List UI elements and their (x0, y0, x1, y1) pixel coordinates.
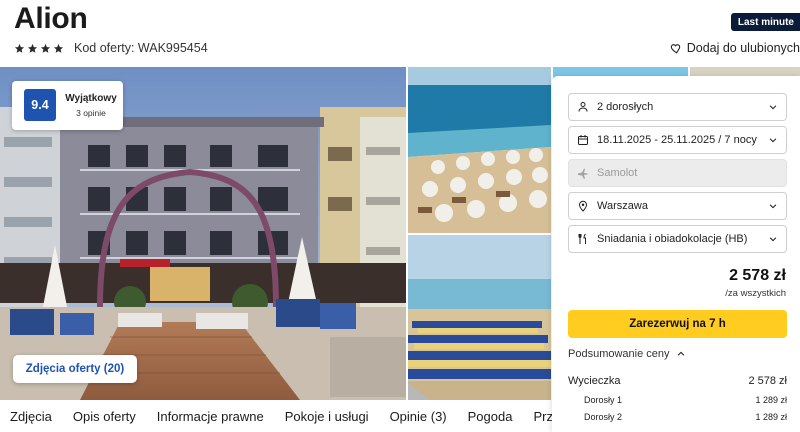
summary-line: Dorosły 1 1 289 zł (568, 395, 787, 405)
rating-label: Wyjątkowy (65, 93, 117, 104)
rating-card[interactable]: 9.4 Wyjątkowy 3 opinie (12, 81, 123, 130)
summary-line-price: 1 289 zł (755, 395, 787, 405)
chevron-down-icon (769, 237, 777, 242)
summary-line-price: 1 289 zł (755, 412, 787, 422)
dates-value: 18.11.2025 - 25.11.2025 / 7 nocy (597, 134, 757, 146)
summary-trip-label: Wycieczka (568, 375, 621, 387)
beach-umbrellas-illustration (408, 235, 551, 400)
plane-icon (576, 166, 590, 180)
hotel-subline: Kod oferty: WAK995454 (14, 41, 208, 55)
departure-select[interactable]: Warszawa (568, 192, 787, 220)
offer-page: Alion Kod oferty: WAK995454 Last minute … (0, 0, 800, 432)
heart-icon (670, 43, 680, 54)
summary-trip-row: Wycieczka 2 578 zł (568, 375, 787, 387)
star-icon (40, 43, 51, 53)
chevron-down-icon (769, 105, 777, 110)
offer-code: Kod oferty: WAK995454 (74, 41, 208, 55)
calendar-icon (576, 133, 590, 147)
board-select[interactable]: Śniadania i obiadokolacje (HB) (568, 225, 787, 253)
price-summary-toggle[interactable]: Podsumowanie ceny (568, 348, 686, 360)
departure-value: Warszawa (597, 200, 648, 212)
location-pin-icon (576, 199, 590, 213)
offer-tabs: Zdjęcia Opis oferty Informacje prawne Po… (0, 400, 552, 432)
chevron-up-icon (677, 351, 684, 356)
favorites-label: Dodaj do ulubionych (686, 41, 800, 55)
summary-line: Dorosły 2 1 289 zł (568, 412, 787, 422)
price-note: /za wszystkich (725, 288, 786, 299)
summary-trip-price: 2 578 zł (748, 375, 787, 387)
last-minute-badge: Last minute (730, 13, 800, 31)
booking-panel: 2 dorosłych 18.11.2025 - 25.11.2025 / 7 … (552, 76, 800, 432)
beach-photo-illustration (408, 67, 551, 233)
tab-weather[interactable]: Pogoda (468, 409, 513, 424)
rating-score: 9.4 (24, 89, 56, 121)
summary-line-label: Dorosły 2 (584, 412, 623, 422)
chevron-down-icon (769, 138, 777, 143)
star-icon (27, 43, 38, 53)
person-icon (576, 100, 590, 114)
price-summary-label: Podsumowanie ceny (568, 348, 670, 360)
rating-count: 3 opinie (76, 108, 106, 118)
chevron-down-icon (769, 204, 777, 209)
travelers-select[interactable]: 2 dorosłych (568, 93, 787, 121)
summary-line-label: Dorosły 1 (584, 395, 623, 405)
beach-photo[interactable] (408, 67, 551, 233)
tab-description[interactable]: Opis oferty (73, 409, 136, 424)
tab-legal[interactable]: Informacje prawne (157, 409, 264, 424)
reserve-button[interactable]: Zarezerwuj na 7 h (568, 310, 787, 338)
star-icon (53, 43, 64, 53)
tab-photos[interactable]: Zdjęcia (10, 409, 52, 424)
tab-before-trip[interactable]: Przed p (533, 409, 552, 424)
tab-rooms[interactable]: Pokoje i usługi (285, 409, 369, 424)
hotel-stars (14, 43, 64, 54)
cutlery-icon (576, 232, 590, 246)
board-value: Śniadania i obiadokolacje (HB) (597, 233, 748, 245)
transport-value: Samolot (597, 167, 638, 179)
tab-reviews[interactable]: Opinie (3) (390, 409, 447, 424)
dates-select[interactable]: 18.11.2025 - 25.11.2025 / 7 nocy (568, 126, 787, 154)
travelers-value: 2 dorosłych (597, 101, 654, 113)
hotel-name: Alion (14, 2, 88, 35)
beach-umbrellas-photo[interactable] (408, 235, 551, 400)
offer-photos-button[interactable]: Zdjęcia oferty (20) (13, 355, 137, 383)
add-to-favorites-button[interactable]: Dodaj do ulubionych (669, 41, 800, 55)
total-price: 2 578 zł (729, 267, 786, 284)
transport-select: Samolot (568, 159, 787, 187)
star-icon (14, 43, 25, 53)
